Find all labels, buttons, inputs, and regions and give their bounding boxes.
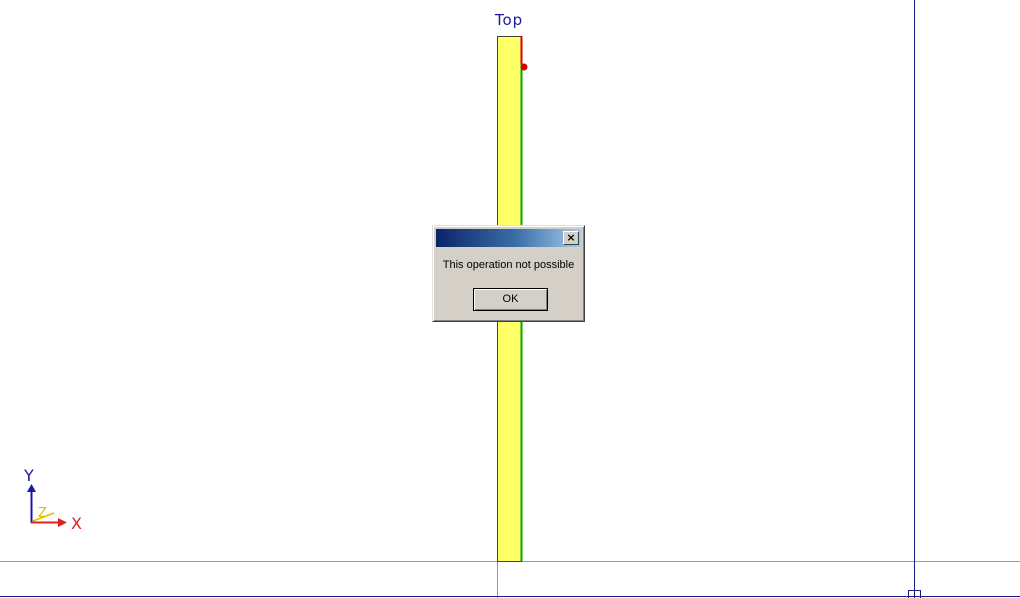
selection-handle-dot[interactable] (520, 63, 528, 71)
axis-triad (27, 484, 67, 527)
message-dialog: × This operation not possible OK (432, 225, 585, 322)
ok-button[interactable]: OK (473, 288, 548, 311)
dialog-message: This operation not possible (442, 259, 575, 271)
y-axis-arrowhead (27, 484, 36, 492)
cad-viewport[interactable]: Top Y X Z × This operation not possible … (0, 0, 1020, 598)
z-axis-label: Z (38, 506, 47, 521)
x-axis-arrowhead (58, 518, 67, 527)
dialog-titlebar[interactable]: × (436, 229, 581, 247)
x-axis-label: X (71, 514, 82, 533)
close-icon[interactable]: × (563, 231, 579, 245)
view-name-label: Top (494, 11, 524, 29)
y-axis-label: Y (24, 466, 34, 485)
